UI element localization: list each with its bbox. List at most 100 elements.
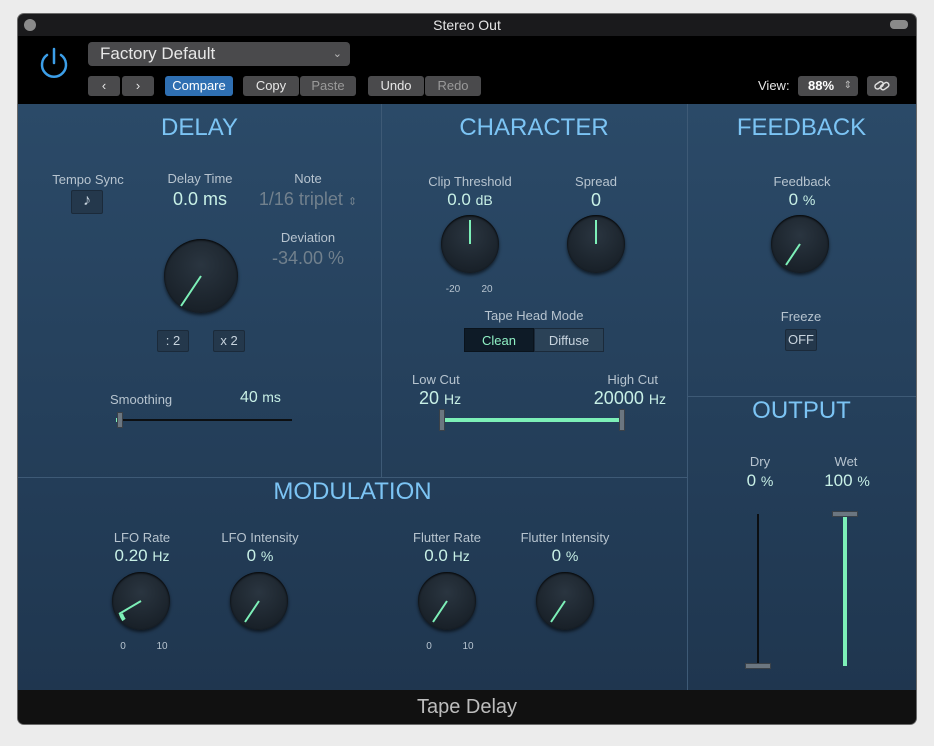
character-section-title: CHARACTER [459,114,609,141]
lfo-rate-knob[interactable] [112,572,170,630]
modulation-section-title: MODULATION [273,478,432,505]
flutter-intensity-label: Flutter Intensity [520,530,610,545]
clip-min-label: -20 [445,284,461,295]
plugin-window: Stereo Out Factory Default ⌄ ‹ › Compare… [18,14,916,724]
preset-name: Factory Default [100,44,216,63]
delay-time-value[interactable]: 0.0 ms [150,189,250,210]
previous-preset-button[interactable]: ‹ [88,76,120,96]
wet-value: 100 [824,471,853,490]
window-title: Stereo Out [433,17,501,33]
high-cut-value: 20000 [593,388,644,408]
freeze-button[interactable]: OFF [785,329,817,351]
flutter-rate-unit: Hz [452,548,470,564]
delay-time-label: Delay Time [167,171,233,186]
plugin-name-footer: Tape Delay [18,690,916,724]
lfo-intensity-knob[interactable] [230,572,288,630]
high-cut-label: High Cut [607,372,658,387]
wet-label: Wet [834,454,858,469]
link-icon [874,80,890,91]
flutter-rate-min-label: 0 [426,641,432,652]
note-value: 1/16 triplet [258,189,343,209]
dry-fader[interactable] [757,514,759,666]
feedback-value: 0 [788,190,799,209]
dry-unit: % [760,473,774,489]
smoothing-slider[interactable] [116,419,292,421]
smoothing-readout[interactable]: 40 ms [240,389,300,407]
flutter-intensity-readout[interactable]: 0 % [510,546,620,566]
knob-pointer [595,220,597,244]
power-button[interactable] [36,46,72,87]
flutter-rate-knob[interactable] [418,572,476,630]
lfo-intensity-label: LFO Intensity [221,530,299,545]
view-zoom-select[interactable]: 88% ⇕ [798,76,858,96]
high-cut-readout[interactable]: 20000 Hz [574,388,666,409]
delay-section-title: DELAY [161,114,238,141]
low-cut-readout[interactable]: 20 Hz [419,388,479,409]
knob-pointer [180,275,202,307]
next-preset-button[interactable]: › [122,76,154,96]
paste-button[interactable]: Paste [300,76,356,96]
wet-fader-handle[interactable] [832,511,858,517]
redo-button[interactable]: Redo [425,76,481,96]
flutter-rate-value: 0.0 [424,546,448,565]
tempo-sync-label: Tempo Sync [52,172,124,187]
double-time-button[interactable]: x 2 [213,330,245,352]
plugin-panel: DELAY Tempo Sync ♪ Delay Time 0.0 ms Not… [18,104,916,690]
smoothing-value: 40 [240,389,258,406]
chevron-right-icon: › [135,78,141,93]
high-cut-handle[interactable] [619,409,625,431]
mode-clean-button[interactable]: Clean [464,328,534,352]
preset-menu[interactable]: Factory Default ⌄ [88,42,350,66]
compare-button[interactable]: Compare [165,76,233,96]
flutter-intensity-value: 0 [551,546,562,565]
half-time-button[interactable]: : 2 [157,330,189,352]
mode-diffuse-button[interactable]: Diffuse [534,328,604,352]
lfo-intensity-value: 0 [246,546,257,565]
smoothing-handle[interactable] [117,412,123,428]
lfo-intensity-readout[interactable]: 0 % [210,546,310,566]
stepper-icon: ⇕ [843,80,852,91]
note-label: Note [294,171,322,186]
tape-head-mode-label: Tape Head Mode [484,308,584,323]
smoothing-label: Smoothing [110,392,173,407]
link-button[interactable] [867,76,897,96]
flutter-rate-max-label: 10 [462,641,474,652]
view-label: View: [758,78,790,93]
clip-max-label: 20 [481,284,493,295]
undo-button[interactable]: Undo [368,76,424,96]
lfo-rate-max-label: 10 [156,641,168,652]
feedback-label: Feedback [773,174,831,189]
deviation-label: Deviation [280,230,336,245]
note-select[interactable]: 1/16 triplet ⇕ [248,189,368,210]
low-cut-unit: Hz [444,391,462,407]
clip-threshold-label: Clip Threshold [428,174,512,189]
spread-knob[interactable] [567,215,625,273]
flutter-rate-readout[interactable]: 0.0 Hz [392,546,502,566]
knob-pointer [469,220,471,244]
close-button[interactable] [24,19,36,31]
tempo-sync-button[interactable]: ♪ [71,190,103,214]
cut-range-slider[interactable] [442,418,622,422]
output-section-title: OUTPUT [752,397,851,424]
spread-value[interactable]: 0 [556,190,636,211]
spread-label: Spread [575,174,617,189]
clip-threshold-knob[interactable] [441,215,499,273]
note-icon: ♪ [83,192,91,209]
deviation-value[interactable]: -34.00 % [253,248,363,269]
window-resize-button[interactable] [890,20,908,29]
dry-readout[interactable]: 0 % [730,471,790,491]
flutter-intensity-unit: % [565,548,579,564]
chevron-left-icon: ‹ [101,78,107,93]
wet-readout[interactable]: 100 % [812,471,882,491]
copy-button[interactable]: Copy [243,76,299,96]
lfo-rate-readout[interactable]: 0.20 Hz [92,546,192,566]
dry-fader-handle[interactable] [745,663,771,669]
low-cut-value: 20 [419,388,440,408]
lfo-intensity-unit: % [260,548,274,564]
low-cut-handle[interactable] [439,409,445,431]
feedback-readout[interactable]: 0 % [752,190,852,210]
clip-threshold-readout[interactable]: 0.0 dB [410,190,530,210]
feedback-knob[interactable] [771,215,829,273]
flutter-intensity-knob[interactable] [536,572,594,630]
delay-time-knob[interactable] [164,239,238,313]
